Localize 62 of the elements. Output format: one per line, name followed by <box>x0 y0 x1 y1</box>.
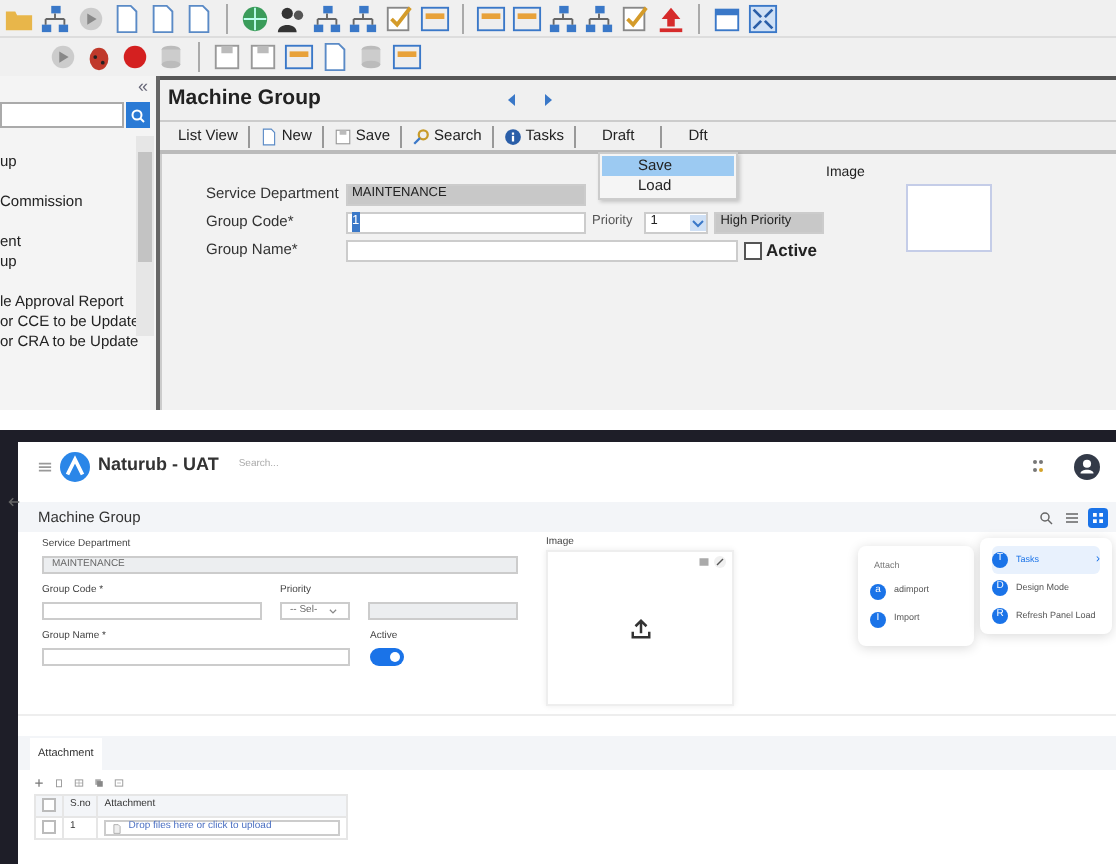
list-icon[interactable] <box>1064 509 1080 525</box>
copy-icon[interactable] <box>94 778 104 788</box>
search-icon <box>412 127 431 145</box>
file-icon <box>112 823 123 833</box>
back-icon[interactable] <box>8 496 20 508</box>
delete-icon[interactable] <box>54 778 64 788</box>
people-icon[interactable] <box>276 3 306 33</box>
window-icon[interactable] <box>420 3 450 33</box>
image-icon[interactable] <box>698 556 710 568</box>
document-icon[interactable] <box>112 3 142 33</box>
search-field[interactable] <box>0 102 124 128</box>
network-icon[interactable] <box>40 3 70 33</box>
menu-icon[interactable] <box>38 459 52 473</box>
document-icon[interactable] <box>320 42 350 72</box>
document-icon <box>259 127 278 145</box>
checklist-icon[interactable] <box>620 3 650 33</box>
expand-icon[interactable] <box>748 3 778 33</box>
save-icon[interactable] <box>212 42 242 72</box>
network-icon[interactable] <box>1030 458 1046 474</box>
avatar-icon[interactable] <box>1074 453 1100 479</box>
edit-icon[interactable] <box>714 556 726 568</box>
info-icon <box>503 127 522 145</box>
previous-icon[interactable] <box>504 92 520 108</box>
active-checkbox[interactable] <box>744 241 762 259</box>
next-icon[interactable] <box>540 92 556 108</box>
app-title: Naturub - UAT <box>98 452 219 479</box>
window-icon[interactable] <box>392 42 422 72</box>
document-icon[interactable] <box>184 3 214 33</box>
collapse-button[interactable]: « <box>137 76 156 96</box>
bug-icon[interactable] <box>84 42 114 72</box>
window-icon[interactable] <box>284 42 314 72</box>
save-icon[interactable] <box>248 42 278 72</box>
group-name-field[interactable] <box>346 239 738 261</box>
network-icon[interactable] <box>584 3 614 33</box>
logo-icon <box>60 451 90 481</box>
document-icon[interactable] <box>148 3 178 33</box>
checklist-icon[interactable] <box>384 3 414 33</box>
caret-icon <box>690 213 707 231</box>
network-icon[interactable] <box>312 3 342 33</box>
calendar-icon[interactable] <box>712 3 742 33</box>
save-icon <box>333 127 352 145</box>
select-all-checkbox[interactable] <box>42 797 56 812</box>
record-icon[interactable] <box>120 42 150 72</box>
table-icon[interactable] <box>74 778 84 788</box>
grid-icon[interactable] <box>1088 507 1108 527</box>
add-icon[interactable] <box>34 778 44 788</box>
window-icon[interactable] <box>512 3 542 33</box>
scrollbar[interactable] <box>136 136 154 336</box>
network-icon[interactable] <box>548 3 578 33</box>
page-title: Machine Group <box>168 84 323 115</box>
network-icon[interactable] <box>348 3 378 33</box>
group-code-field[interactable] <box>42 602 262 620</box>
checkbox-label: Active <box>766 237 818 263</box>
window-icon[interactable] <box>476 3 506 33</box>
export-icon[interactable] <box>114 778 124 788</box>
group-name-field[interactable] <box>42 648 350 666</box>
row-checkbox[interactable] <box>42 819 56 834</box>
caret-icon <box>327 606 338 616</box>
search-icon[interactable] <box>1038 509 1054 525</box>
upload-icon[interactable] <box>629 617 651 639</box>
active-toggle[interactable] <box>370 648 404 666</box>
search-button[interactable] <box>126 102 150 128</box>
